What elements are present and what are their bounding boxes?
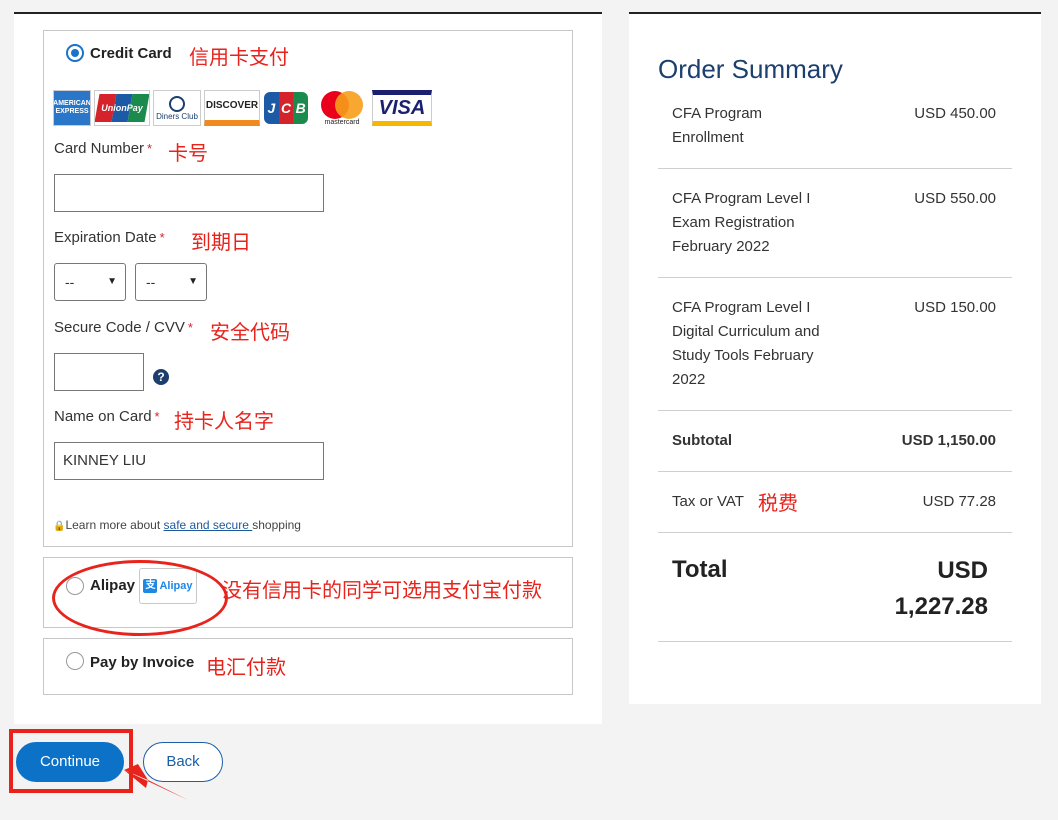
chevron-down-icon: ▼ [107,276,117,287]
tax-note: 税费 [758,491,798,515]
invoice-radio[interactable] [66,652,84,670]
order-summary-panel: Order Summary CFA Program Enrollment USD … [629,12,1041,704]
expiration-date-note: 到期日 [191,230,251,254]
visa-logo: VISA [372,90,432,126]
summary-item-row: CFA Program Enrollment USD 450.00 [658,96,1012,169]
help-icon[interactable]: ? [153,369,169,385]
credit-card-radio[interactable] [66,44,84,62]
alipay-note: 没有信用卡的同学可选用支付宝付款 [222,578,542,602]
credit-card-note: 信用卡支付 [189,45,289,69]
total-label: Total [672,556,728,583]
summary-item-price: USD 550.00 [914,190,996,207]
card-number-label: Card Number * [54,140,153,157]
lock-icon: 🔒 [53,521,66,532]
discover-logo: DISCOVER [204,90,260,126]
name-on-card-note: 持卡人名字 [174,409,274,433]
credit-card-label: Credit Card [90,45,172,62]
pointer-arrow-icon [124,764,188,800]
cvv-note: 安全代码 [210,320,290,344]
expiration-date-label: Expiration Date * [54,229,165,246]
tax-value: USD 77.28 [922,493,996,510]
safe-secure-link[interactable]: safe and secure [164,518,253,532]
expiration-year-select[interactable]: -- ▼ [135,263,207,301]
total-row: Total USD 1,227.28 [658,533,1012,642]
summary-item-row: CFA Program Level I Digital Curriculum an… [658,278,1012,411]
jcb-logo: J C B [263,90,309,126]
amex-logo: AMERICAN EXPRESS [53,90,91,126]
name-on-card-label: Name on Card * [54,408,160,425]
total-value: USD 1,227.28 [894,557,988,620]
continue-highlight-rect [9,729,133,793]
order-summary-title: Order Summary [658,54,843,84]
invoice-note: 电汇付款 [206,655,286,679]
summary-item-name: CFA Program Level I Digital Curriculum an… [672,299,820,388]
tax-row: Tax or VAT 税费 USD 77.28 [658,472,1012,533]
cvv-input[interactable] [54,353,144,391]
card-number-note: 卡号 [168,141,208,165]
tax-label: Tax or VAT [672,493,744,510]
secure-shopping-note: 🔒Learn more about safe and secure shoppi… [53,518,301,532]
summary-item-name: CFA Program Level I Exam Registration Febr… [672,190,811,255]
unionpay-logo: UnionPay [94,90,150,126]
summary-item-price: USD 450.00 [914,105,996,122]
card-number-input[interactable] [54,174,324,212]
diners-club-logo: Diners Club [153,90,201,126]
payment-panel: Credit Card 信用卡支付 AMERICAN EXPRESS Union… [14,12,602,724]
mastercard-logo: mastercard [315,90,369,126]
alipay-highlight-oval [52,560,228,636]
subtotal-value: USD 1,150.00 [901,432,996,449]
summary-item-name: CFA Program Enrollment [672,105,763,146]
subtotal-row: Subtotal USD 1,150.00 [658,411,1012,472]
cvv-label: Secure Code / CVV * [54,319,193,336]
chevron-down-icon: ▼ [188,276,198,287]
expiration-month-select[interactable]: -- ▼ [54,263,126,301]
subtotal-label: Subtotal [672,432,732,449]
summary-item-price: USD 150.00 [914,299,996,316]
name-on-card-input[interactable]: KINNEY LIU [54,442,324,480]
invoice-label: Pay by Invoice [90,654,195,671]
summary-item-row: CFA Program Level I Exam Registration Febr… [658,169,1012,278]
